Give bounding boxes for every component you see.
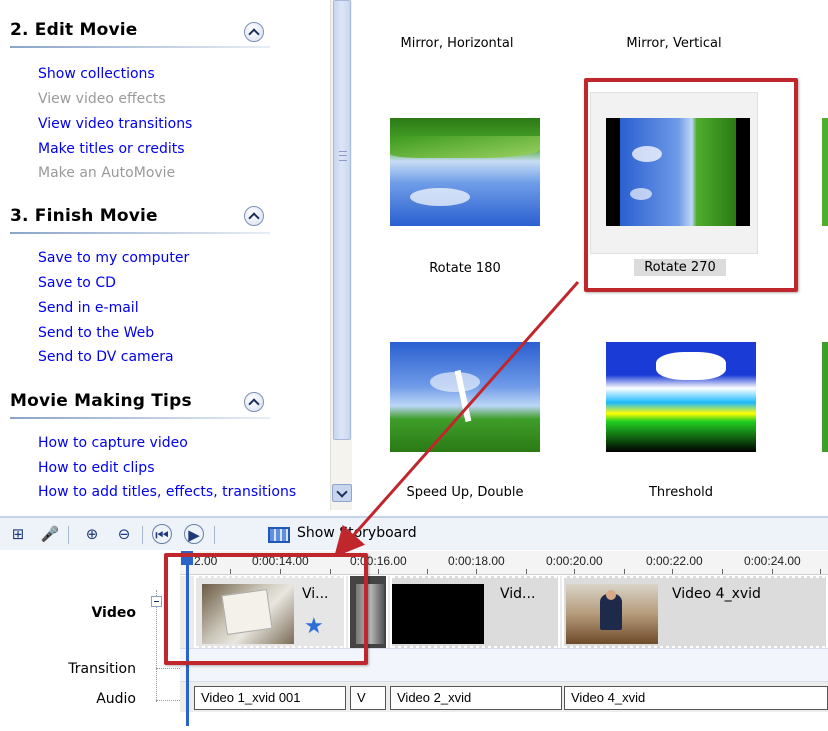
ruler-tick (672, 569, 673, 574)
collapse-finish-movie-icon[interactable] (244, 206, 264, 226)
link-send-email[interactable]: Send in e-mail (38, 300, 139, 316)
toolbar-separator (68, 526, 69, 544)
effect-label-threshold: Threshold (648, 485, 714, 500)
link-send-web[interactable]: Send to the Web (38, 325, 154, 341)
ruler-label: 0:00:20.00 (546, 554, 603, 568)
track-label-video: Video (91, 605, 136, 621)
ruler-tick (378, 569, 379, 574)
highlight-box-clip (164, 553, 368, 665)
audio-clip[interactable]: Video 1_xvid 001 (194, 686, 346, 710)
section-divider (10, 417, 270, 419)
toolbar-separator (214, 526, 215, 544)
highlight-box-effect (584, 78, 798, 292)
link-show-collections[interactable]: Show collections (38, 66, 155, 82)
effect-label-mirror-vertical: Mirror, Vertical (626, 36, 722, 51)
zoom-out-icon[interactable]: ⊖ (114, 524, 134, 544)
link-send-dv-camera[interactable]: Send to DV camera (38, 349, 174, 365)
section-divider (10, 232, 270, 234)
ruler-tick (772, 569, 773, 574)
ruler-label: 0:00:18.00 (448, 554, 505, 568)
section-divider (10, 46, 270, 48)
clip-thumbnail (392, 584, 484, 644)
rewind-icon[interactable]: ⏮ (152, 524, 172, 544)
timeline-toolbar: ⊞ 🎤 ⊕ ⊖ ⏮ ▶ Show Storyboard (0, 516, 828, 550)
narrate-timeline-icon[interactable]: 🎤 (40, 524, 60, 544)
toolbar-separator (142, 526, 143, 544)
ruler-tick (476, 569, 477, 574)
play-icon[interactable]: ▶ (184, 524, 204, 544)
ruler-tick (574, 569, 575, 574)
ruler-tick (427, 569, 428, 574)
clip-edge (564, 576, 826, 578)
audio-clip[interactable]: Video 2_xvid (390, 686, 562, 710)
tree-connector (156, 700, 180, 701)
link-view-video-effects: View video effects (38, 91, 166, 107)
scroll-thumb[interactable] (333, 0, 351, 440)
ruler-tick (820, 569, 821, 574)
task-pane-scrollbar[interactable] (330, 0, 352, 510)
link-save-to-computer[interactable]: Save to my computer (38, 250, 189, 266)
effect-thumb-partial[interactable] (822, 118, 828, 226)
track-label-transition: Transition (68, 661, 136, 677)
effect-thumb-partial[interactable] (822, 342, 828, 452)
effect-thumb-threshold[interactable] (606, 342, 756, 452)
set-audio-levels-icon[interactable]: ⊞ (8, 524, 28, 544)
audio-clip[interactable]: Video 4_xvid (564, 686, 828, 710)
section-title-edit-movie: 2. Edit Movie (10, 20, 138, 40)
link-make-titles-credits[interactable]: Make titles or credits (38, 141, 185, 157)
collapse-video-track-icon[interactable] (151, 596, 162, 607)
video-clip[interactable]: Video 4_xvid (562, 576, 828, 648)
effect-label-speed-up-double: Speed Up, Double (406, 485, 524, 500)
track-label-audio: Audio (96, 691, 136, 707)
audio-track[interactable]: Video 1_xvid 001 V Video 2_xvid Video 4_… (180, 682, 828, 712)
ruler-label: 0:00:22.00 (646, 554, 703, 568)
link-save-to-cd[interactable]: Save to CD (38, 275, 116, 291)
ruler-tick (526, 569, 527, 574)
section-title-finish-movie: 3. Finish Movie (10, 206, 158, 226)
link-make-automovie: Make an AutoMovie (38, 165, 176, 181)
link-view-video-transitions[interactable]: View video transitions (38, 116, 192, 132)
link-capture-video[interactable]: How to capture video (38, 435, 188, 451)
audio-clip[interactable]: V (350, 686, 386, 710)
effect-label-mirror-horizontal: Mirror, Horizontal (400, 36, 514, 51)
link-edit-clips[interactable]: How to edit clips (38, 460, 154, 476)
show-storyboard-button[interactable]: Show Storyboard (297, 525, 417, 541)
collapse-edit-movie-icon[interactable] (244, 22, 264, 42)
effect-thumb-rotate-180[interactable] (390, 118, 540, 226)
ruler-tick (624, 569, 625, 574)
effect-thumb-speed-up[interactable] (390, 342, 540, 452)
clip-title: Video 4_xvid (672, 586, 761, 602)
clip-edge (392, 576, 558, 578)
clip-title: Vid... (500, 586, 536, 602)
zoom-in-icon[interactable]: ⊕ (82, 524, 102, 544)
ruler-label: 0:00:24.00 (744, 554, 801, 568)
grip-icon (339, 151, 347, 161)
task-pane: 2. Edit Movie Show collections View vide… (0, 0, 330, 510)
effect-label-rotate-180: Rotate 180 (429, 261, 501, 276)
link-add-titles-effects[interactable]: How to add titles, effects, transitions (38, 484, 296, 500)
tree-connector (156, 668, 180, 669)
section-title-movie-making-tips: Movie Making Tips (10, 391, 192, 411)
storyboard-icon[interactable] (268, 527, 290, 543)
ruler-tick (722, 569, 723, 574)
video-clip[interactable]: Vid... (390, 576, 560, 648)
collapse-tips-icon[interactable] (244, 392, 264, 412)
scroll-down-icon[interactable] (332, 484, 352, 502)
clip-thumbnail (566, 584, 658, 644)
